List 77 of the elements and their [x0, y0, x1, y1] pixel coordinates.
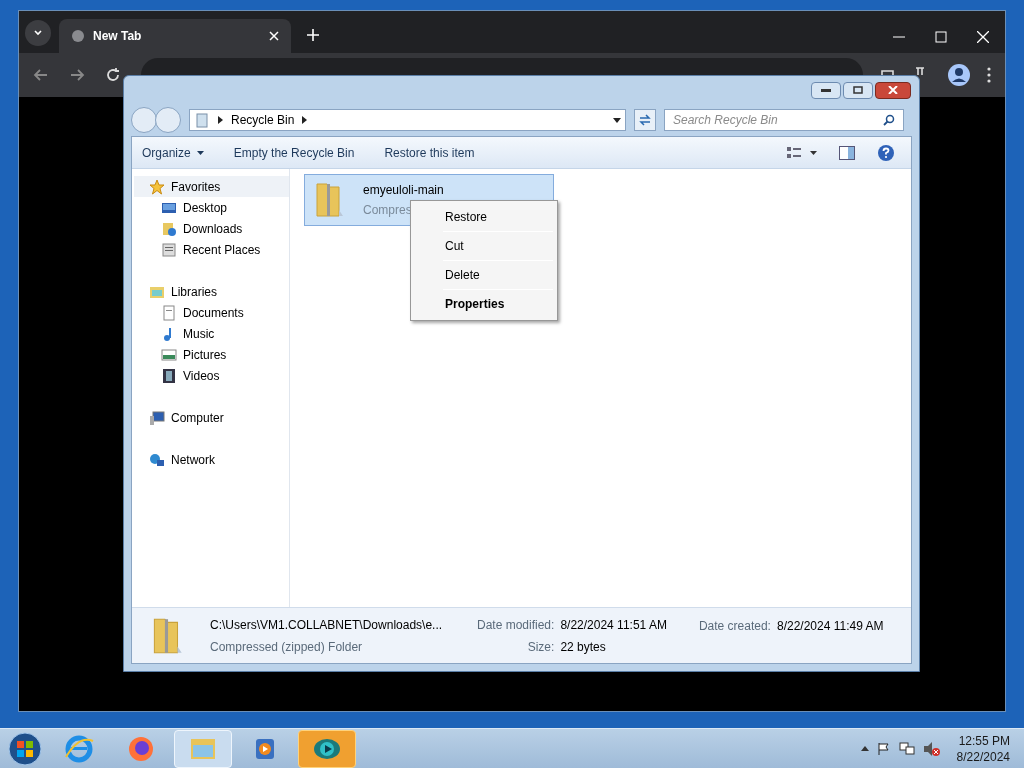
nav-item[interactable]: Pictures — [134, 344, 289, 365]
star-icon — [149, 178, 165, 195]
back-arrow-icon[interactable] — [33, 67, 49, 83]
detail-value: 8/22/2024 11:51 AM — [560, 616, 667, 634]
recent-icon — [161, 241, 177, 258]
nav-item[interactable]: Downloads — [134, 218, 289, 239]
nav-group[interactable]: Computer — [134, 407, 289, 428]
videos-icon — [161, 367, 177, 384]
search-placeholder: Search Recycle Bin — [673, 112, 779, 129]
menu-item[interactable]: Properties — [413, 290, 555, 318]
menu-icon[interactable] — [987, 67, 991, 83]
toolbar-button[interactable]: Empty the Recycle Bin — [233, 143, 355, 162]
restore-button[interactable] — [843, 81, 873, 99]
close-icon[interactable] — [269, 31, 279, 41]
forward-arrow-icon[interactable] — [69, 67, 85, 83]
close-icon[interactable] — [977, 31, 989, 43]
dropdown-icon[interactable] — [613, 117, 621, 123]
network-icon — [149, 451, 165, 468]
search-icon — [883, 114, 895, 126]
file-path: C:\Users\VM1.COLLABNET\Downloads\e... — [210, 616, 444, 634]
nav-item[interactable]: Recent Places — [134, 239, 289, 260]
tab-title: New Tab — [93, 28, 143, 45]
maximize-icon[interactable] — [935, 31, 947, 43]
nav-item[interactable]: Documents — [134, 302, 289, 323]
chevron-down-icon — [33, 28, 43, 38]
search-field[interactable]: Search Recycle Bin — [664, 109, 904, 131]
detail-label: Date modified: — [477, 616, 555, 634]
detail-label: Date created: — [698, 618, 771, 635]
close-icon — [888, 86, 898, 94]
chevron-icon[interactable] — [302, 116, 308, 124]
help-icon[interactable] — [877, 143, 895, 162]
new-tab-icon[interactable] — [307, 29, 319, 41]
globe-icon — [71, 29, 85, 43]
caret-icon[interactable] — [860, 746, 869, 751]
taskbar-button[interactable] — [298, 729, 356, 768]
pictures-icon — [161, 346, 177, 363]
nav-group[interactable]: Favorites — [134, 176, 289, 197]
view-options-icon[interactable] — [787, 145, 817, 160]
nav-group[interactable]: Network — [134, 449, 289, 470]
chevron-icon[interactable] — [218, 116, 223, 124]
menu-item[interactable]: Restore — [413, 203, 555, 231]
flag-icon[interactable] — [876, 741, 891, 756]
start-orb-icon — [8, 731, 42, 766]
breadcrumb-item[interactable]: Recycle Bin — [231, 111, 295, 129]
muted-speaker-icon[interactable] — [922, 740, 941, 757]
nav-group[interactable]: Libraries — [134, 281, 289, 302]
toolbar-button[interactable]: Organize — [142, 143, 204, 162]
caret-icon — [196, 150, 204, 155]
refresh-icon — [639, 114, 651, 126]
restore-icon — [853, 86, 863, 94]
nav-item[interactable]: Desktop — [134, 197, 289, 218]
downloads-icon — [161, 220, 177, 237]
toolbar-button[interactable]: Restore this item — [384, 143, 475, 162]
reload-icon[interactable] — [105, 67, 121, 83]
documents-icon — [161, 304, 177, 321]
nav-item[interactable]: Videos — [134, 365, 289, 386]
tab-search-button[interactable] — [25, 20, 51, 46]
nav-item[interactable]: Music — [134, 323, 289, 344]
file-name: emyeuloli-main — [363, 182, 444, 199]
detail-value: 22 bytes — [560, 638, 607, 656]
preview-pane-icon[interactable] — [839, 145, 855, 160]
detail-value: 8/22/2024 11:49 AM — [776, 618, 884, 635]
profile-icon[interactable] — [947, 63, 971, 87]
refresh-button[interactable] — [634, 109, 656, 131]
computer-icon — [149, 409, 165, 426]
menu-item[interactable]: Delete — [413, 261, 555, 289]
browser-tab[interactable]: New Tab — [59, 19, 291, 53]
clock[interactable]: 12:55 PM 8/22/2024 — [956, 732, 1010, 765]
minimize-icon — [821, 88, 831, 92]
close-button[interactable] — [875, 81, 911, 99]
network-icon[interactable] — [898, 741, 915, 756]
file-type: Compressed (zipped) Folder — [210, 638, 364, 656]
detail-label: Size: — [526, 638, 555, 656]
menu-item[interactable]: Cut — [413, 232, 555, 260]
address-field[interactable]: Recycle Bin — [189, 109, 626, 131]
file-type: Compres — [363, 202, 413, 219]
minimize-button[interactable] — [811, 81, 841, 99]
